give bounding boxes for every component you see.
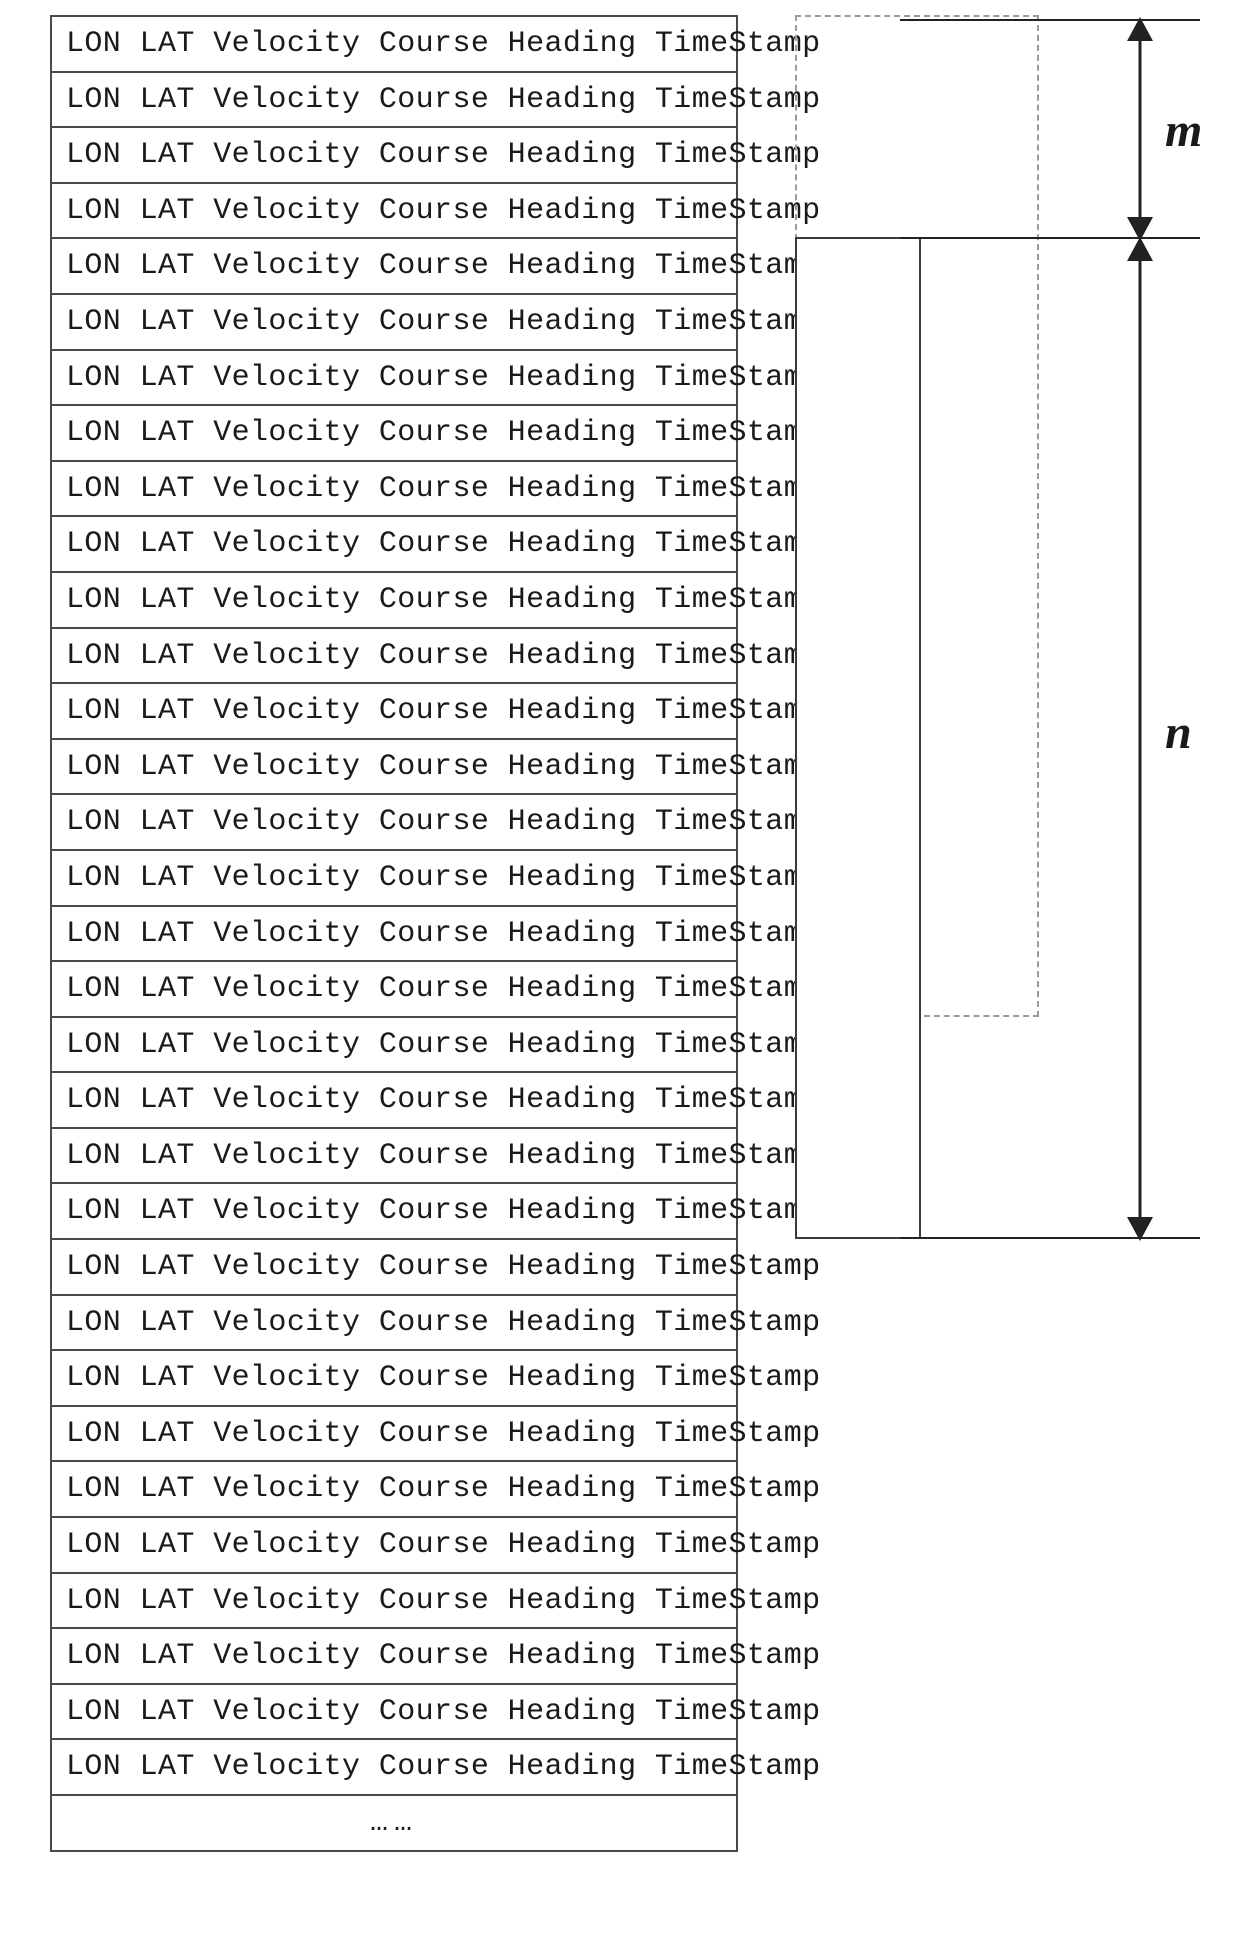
label-n: n <box>1165 705 1192 760</box>
record-row: LON LAT Velocity Course Heading TimeStam… <box>52 1240 736 1296</box>
bracket-tick <box>900 19 1200 21</box>
record-row: LON LAT Velocity Course Heading TimeStam… <box>52 1685 736 1741</box>
record-row: LON LAT Velocity Course Heading TimeStam… <box>52 629 736 685</box>
record-row: LON LAT Velocity Course Heading TimeStam… <box>52 295 736 351</box>
record-row: LON LAT Velocity Course Heading TimeStam… <box>52 1740 736 1796</box>
record-row: LON LAT Velocity Course Heading TimeStam… <box>52 1129 736 1185</box>
record-row: LON LAT Velocity Course Heading TimeStam… <box>52 1018 736 1074</box>
record-row: LON LAT Velocity Course Heading TimeStam… <box>52 73 736 129</box>
record-row: LON LAT Velocity Course Heading TimeStam… <box>52 128 736 184</box>
record-row: LON LAT Velocity Course Heading TimeStam… <box>52 239 736 295</box>
record-row: LON LAT Velocity Course Heading TimeStam… <box>52 1073 736 1129</box>
bracket-n <box>1110 239 1170 1239</box>
record-row: LON LAT Velocity Course Heading TimeStam… <box>52 1296 736 1352</box>
label-m: m <box>1165 103 1202 158</box>
record-row: LON LAT Velocity Course Heading TimeStam… <box>52 740 736 796</box>
record-row: LON LAT Velocity Course Heading TimeStam… <box>52 517 736 573</box>
record-row: LON LAT Velocity Course Heading TimeStam… <box>52 907 736 963</box>
bracket-shaft <box>1139 31 1142 227</box>
record-row: LON LAT Velocity Course Heading TimeStam… <box>52 795 736 851</box>
bracket-tick <box>900 1237 1200 1239</box>
bracket-shaft <box>1139 251 1142 1227</box>
record-row: LON LAT Velocity Course Heading TimeStam… <box>52 17 736 73</box>
record-row: LON LAT Velocity Course Heading TimeStam… <box>52 351 736 407</box>
record-row: LON LAT Velocity Course Heading TimeStam… <box>52 406 736 462</box>
record-list: LON LAT Velocity Course Heading TimeStam… <box>50 15 738 1852</box>
record-row: LON LAT Velocity Course Heading TimeStam… <box>52 1184 736 1240</box>
record-row: LON LAT Velocity Course Heading TimeStam… <box>52 462 736 518</box>
sliding-window-schematic: m n <box>795 15 1215 1240</box>
record-row: LON LAT Velocity Course Heading TimeStam… <box>52 851 736 907</box>
record-row: LON LAT Velocity Course Heading TimeStam… <box>52 1351 736 1407</box>
window-box-current <box>795 237 921 1239</box>
record-row: LON LAT Velocity Course Heading TimeStam… <box>52 1518 736 1574</box>
bracket-m <box>1110 19 1170 239</box>
record-row: LON LAT Velocity Course Heading TimeStam… <box>52 1629 736 1685</box>
record-row: LON LAT Velocity Course Heading TimeStam… <box>52 573 736 629</box>
record-row: LON LAT Velocity Course Heading TimeStam… <box>52 684 736 740</box>
record-row: LON LAT Velocity Course Heading TimeStam… <box>52 1574 736 1630</box>
record-row: LON LAT Velocity Course Heading TimeStam… <box>52 962 736 1018</box>
record-row: LON LAT Velocity Course Heading TimeStam… <box>52 1407 736 1463</box>
record-row: LON LAT Velocity Course Heading TimeStam… <box>52 1462 736 1518</box>
record-ellipsis: …… <box>52 1796 736 1852</box>
record-row: LON LAT Velocity Course Heading TimeStam… <box>52 184 736 240</box>
